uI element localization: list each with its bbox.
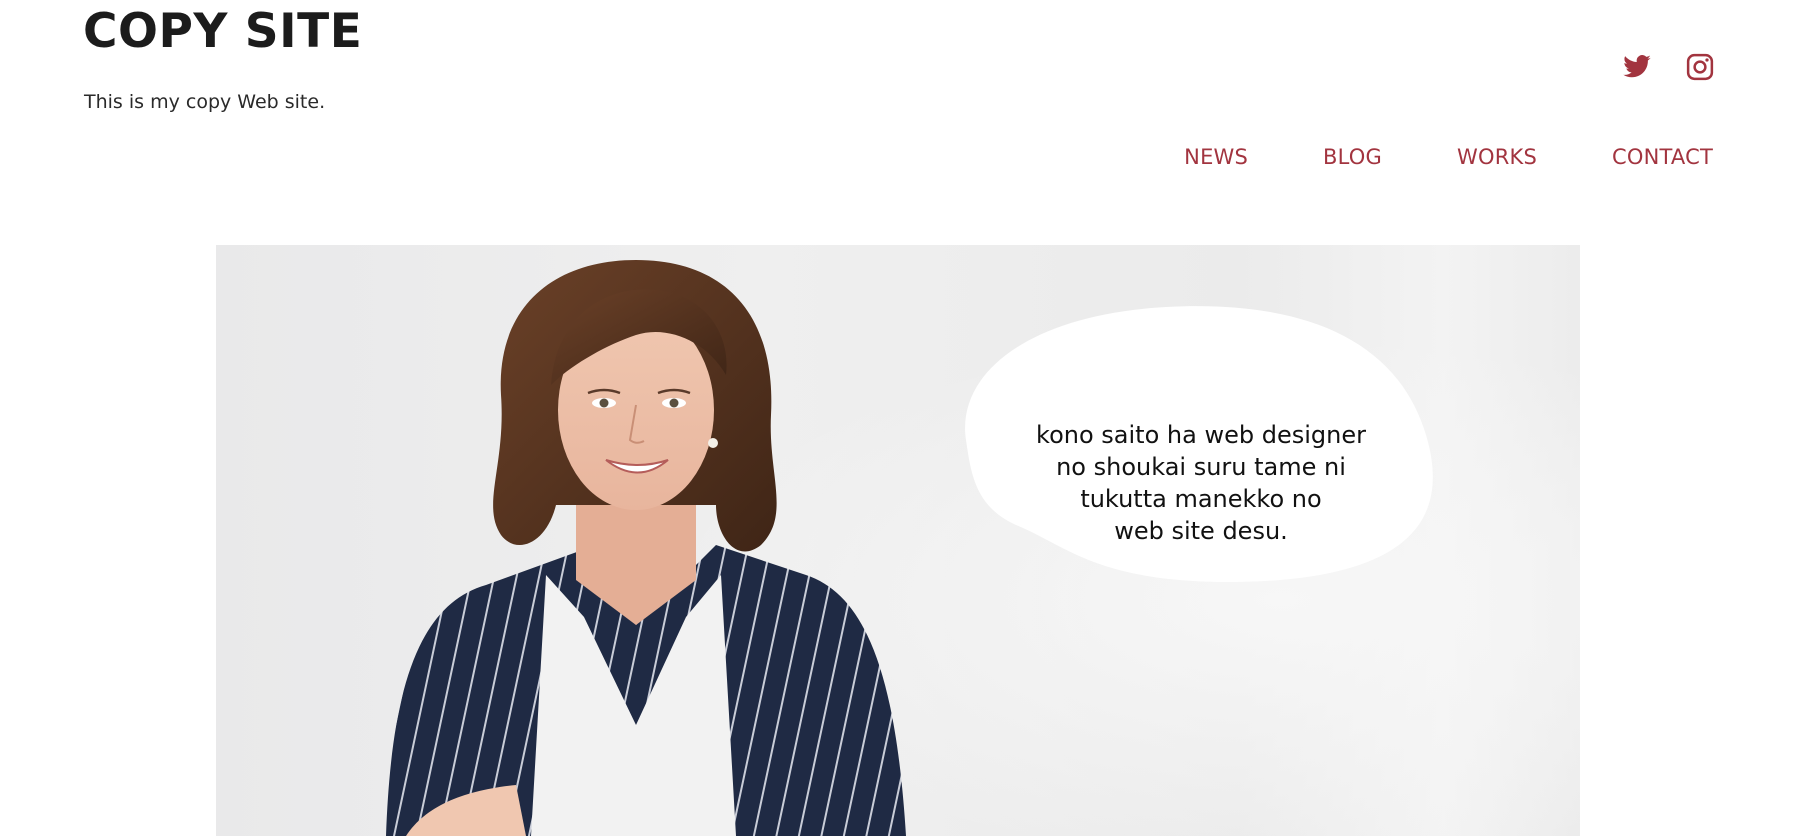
nav-item-works[interactable]: WORKS xyxy=(1457,145,1537,169)
social-links xyxy=(1622,52,1715,82)
page: COPY SITE This is my copy Web site. NEWS… xyxy=(0,0,1800,836)
instagram-icon[interactable] xyxy=(1685,52,1715,82)
nav-item-blog[interactable]: BLOG xyxy=(1323,145,1382,169)
nav-item-news[interactable]: NEWS xyxy=(1184,145,1248,169)
site-title[interactable]: COPY SITE xyxy=(83,4,362,59)
twitter-icon[interactable] xyxy=(1622,52,1652,82)
speech-bubble-text: kono saito ha web designer no shoukai su… xyxy=(1036,421,1366,545)
main-nav: NEWS BLOG WORKS CONTACT xyxy=(1184,145,1713,169)
nav-item-contact[interactable]: CONTACT xyxy=(1612,145,1713,169)
hero-image: kono saito ha web designer no shoukai su… xyxy=(216,245,1580,836)
site-tagline: This is my copy Web site. xyxy=(84,91,326,113)
